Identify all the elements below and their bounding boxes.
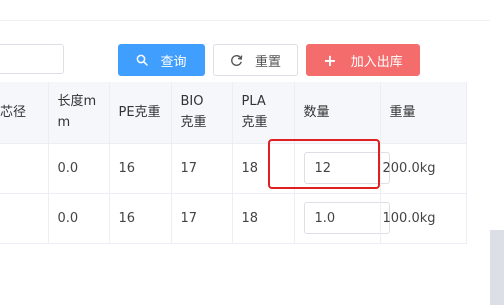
cell-core-diameter: [0, 193, 49, 244]
search-input[interactable]: [0, 44, 64, 74]
col-header-weight[interactable]: 重量: [380, 82, 467, 144]
cell-bio-weight: 17: [171, 143, 233, 194]
reset-button[interactable]: 重置: [213, 44, 298, 76]
query-button[interactable]: 查询: [118, 44, 205, 76]
cell-length: 0.0: [48, 193, 110, 244]
add-to-outbound-label: 加入出库: [350, 54, 403, 70]
cell-quantity: 12: [294, 143, 390, 194]
add-to-outbound-button[interactable]: + 加入出库: [306, 44, 420, 76]
cell-length: 0.0: [48, 143, 110, 194]
table-header-row: 芯径 长度mm PE克重 BIO克重 PLA克重 数量 重量: [0, 82, 467, 144]
cell-quantity: 1.0: [294, 193, 390, 244]
cell-pla-weight: 18: [232, 143, 295, 194]
weight-value: 200.0kg: [382, 160, 436, 176]
table-row[interactable]: 0.0 16 17 18 1.0 100.0kg: [0, 193, 467, 244]
col-header-pla-weight[interactable]: PLA克重: [232, 82, 295, 144]
reset-button-label: 重置: [254, 54, 281, 70]
refresh-icon: [230, 54, 243, 67]
cell-weight: 100.0kg: [380, 193, 467, 244]
data-table: 芯径 长度mm PE克重 BIO克重 PLA克重 数量 重量 0.0 16 17…: [0, 82, 467, 244]
quantity-input[interactable]: 1.0: [303, 202, 390, 234]
weight-value: 100.0kg: [382, 210, 436, 226]
top-divider: [0, 20, 504, 21]
cell-core-diameter: [0, 143, 49, 194]
scrollbar-track[interactable]: [490, 230, 504, 305]
col-header-bio-weight[interactable]: BIO克重: [171, 82, 233, 144]
col-header-core-diameter[interactable]: 芯径: [0, 82, 49, 144]
plus-icon: +: [323, 50, 337, 70]
cell-pe-weight: 16: [109, 143, 172, 194]
table-row[interactable]: 0.0 16 17 18 12 200.0kg: [0, 143, 467, 194]
cell-bio-weight: 17: [171, 193, 233, 244]
cell-weight: 200.0kg: [380, 143, 467, 194]
col-header-pe-weight[interactable]: PE克重: [109, 82, 172, 144]
cell-pla-weight: 18: [232, 193, 295, 244]
col-header-quantity[interactable]: 数量: [294, 82, 381, 144]
query-button-label: 查询: [160, 54, 187, 70]
cell-pe-weight: 16: [109, 193, 172, 244]
quantity-input[interactable]: 12: [303, 152, 390, 184]
col-header-length[interactable]: 长度mm: [48, 82, 110, 144]
search-icon: [136, 54, 149, 66]
